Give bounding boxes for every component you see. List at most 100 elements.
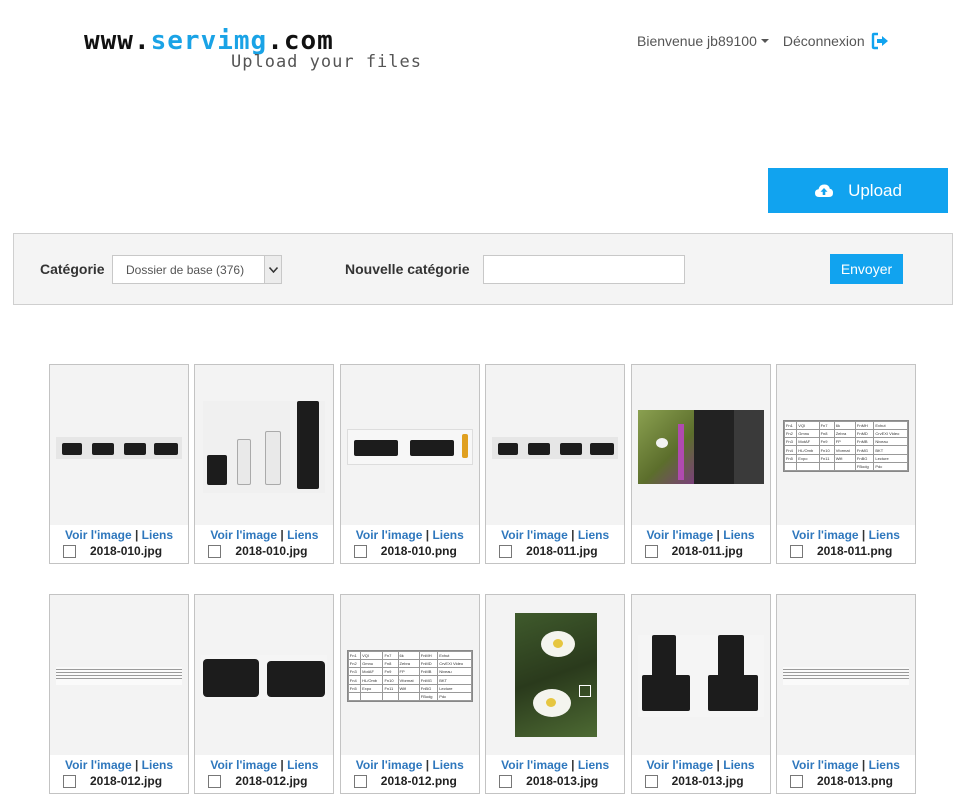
- select-checkbox[interactable]: [789, 774, 803, 788]
- links-link[interactable]: Liens: [287, 528, 318, 542]
- category-panel: Catégorie Dossier de base (376) Nouvelle…: [13, 233, 953, 305]
- thumb-table-cell: [818, 461, 835, 472]
- image-thumbnail[interactable]: [340, 365, 479, 525]
- file-row: 2018-010.png: [341, 544, 479, 558]
- thumb-table-cell: Fn10: [382, 675, 399, 685]
- view-image-link[interactable]: Voir l'image: [501, 528, 568, 542]
- file-row: 2018-011.png: [777, 544, 915, 558]
- view-image-link[interactable]: Voir l'image: [356, 758, 423, 772]
- thumb-table-cell: Fn2: [783, 429, 798, 439]
- thumb-table-cell: Fn11: [818, 453, 835, 463]
- thumb-table-cell: Fn9: [818, 437, 835, 447]
- thumb-table-cell: Wifi: [833, 453, 856, 463]
- card-links: Voir l'image | Liens: [195, 758, 333, 772]
- links-link[interactable]: Liens: [142, 758, 173, 772]
- thumb-table-cell: FnMB: [854, 437, 875, 447]
- select-checkbox[interactable]: [499, 544, 513, 558]
- cloud-upload-icon: [815, 184, 834, 197]
- view-image-link[interactable]: Voir l'image: [501, 758, 568, 772]
- select-checkbox[interactable]: [789, 544, 803, 558]
- image-thumbnail[interactable]: Fn1 VQI Fn7 6k FnMH Exhut Fn2 Gmnu Fn8 Zebra FnMD C…: [776, 365, 915, 525]
- select-checkbox[interactable]: [353, 544, 367, 558]
- links-link[interactable]: Liens: [432, 528, 463, 542]
- image-thumbnail[interactable]: Fn1 VQI Fn7 6k FnMH Exhut Fn2 Gmnu Fn8 Zebra FnMD C…: [340, 595, 479, 755]
- select-checkbox[interactable]: [644, 774, 658, 788]
- image-card: Voir l'image | Liens 2018-012.jpg: [49, 594, 189, 794]
- image-thumbnail[interactable]: [631, 365, 770, 525]
- thumb-table-cell: VQI: [796, 420, 820, 431]
- view-image-link[interactable]: Voir l'image: [210, 758, 277, 772]
- link-separator: |: [861, 758, 866, 772]
- thumb-table-cell: HL/Omb: [360, 675, 384, 685]
- new-category-label: Nouvelle catégorie: [345, 261, 470, 277]
- file-row: 2018-011.jpg: [486, 544, 624, 558]
- select-checkbox[interactable]: [63, 544, 76, 558]
- view-image-link[interactable]: Voir l'image: [792, 758, 859, 772]
- thumb-table-cell: Gmnu: [360, 659, 384, 669]
- thumb-table-cell: Lecture: [873, 453, 908, 463]
- image-thumbnail[interactable]: [631, 595, 770, 755]
- thumb-table-cell: FnBG: [854, 453, 875, 463]
- site-logo[interactable]: www.servimg.com Upload your files: [84, 28, 421, 78]
- links-link[interactable]: Liens: [869, 758, 900, 772]
- thumb-table-cell: Lecture: [437, 683, 472, 693]
- file-row: 2018-013.jpg: [632, 774, 770, 788]
- links-link[interactable]: Liens: [578, 758, 609, 772]
- file-name: 2018-010.png: [380, 544, 457, 558]
- links-link[interactable]: Liens: [287, 758, 318, 772]
- select-checkbox[interactable]: [208, 774, 222, 788]
- image-thumbnail[interactable]: [50, 365, 188, 525]
- links-link[interactable]: Liens: [432, 758, 463, 772]
- card-links: Voir l'image | Liens: [195, 528, 333, 542]
- links-link[interactable]: Liens: [723, 528, 754, 542]
- top-nav: Bienvenue jb89100 Déconnexion: [637, 32, 889, 50]
- chevron-down-icon[interactable]: [264, 256, 281, 283]
- thumb-table-cell: CrvEXI Video: [873, 429, 908, 439]
- links-link[interactable]: Liens: [869, 528, 900, 542]
- thumb-table-cell: Pdc: [437, 691, 472, 702]
- category-select[interactable]: Dossier de base (376): [112, 255, 282, 284]
- view-image-link[interactable]: Voir l'image: [65, 758, 132, 772]
- send-button[interactable]: Envoyer: [830, 254, 903, 284]
- thumb-table-cell: BKT: [873, 445, 908, 455]
- links-link[interactable]: Liens: [578, 528, 609, 542]
- links-link[interactable]: Liens: [723, 758, 754, 772]
- thumb-table-cell: FnMG: [418, 675, 439, 685]
- image-thumbnail[interactable]: [195, 365, 334, 525]
- view-image-link[interactable]: Voir l'image: [356, 528, 423, 542]
- links-link[interactable]: Liens: [142, 528, 173, 542]
- select-checkbox[interactable]: [353, 774, 367, 788]
- image-thumbnail[interactable]: [486, 595, 625, 755]
- view-image-link[interactable]: Voir l'image: [647, 528, 714, 542]
- thumb-table-cell: [360, 691, 384, 702]
- image-thumbnail[interactable]: [776, 595, 915, 755]
- select-checkbox[interactable]: [499, 774, 513, 788]
- link-separator: |: [280, 528, 284, 542]
- image-card: Voir l'image | Liens 2018-011.jpg: [630, 364, 771, 564]
- view-image-link[interactable]: Voir l'image: [210, 528, 277, 542]
- new-category-input[interactable]: [483, 255, 685, 284]
- link-separator: |: [716, 528, 720, 542]
- select-checkbox[interactable]: [208, 544, 222, 558]
- view-image-link[interactable]: Voir l'image: [647, 758, 714, 772]
- user-menu[interactable]: Bienvenue jb89100: [637, 33, 769, 49]
- thumb-table-cell: Fn2: [347, 659, 362, 669]
- thumb-table-cell: Fn5: [783, 453, 798, 463]
- image-card: Fn1 VQI Fn7 6k FnMH Exhut Fn2 Gmnu Fn8 Zebra FnMD C…: [775, 364, 916, 564]
- image-thumbnail[interactable]: [195, 595, 334, 755]
- image-card: Voir l'image | Liens 2018-013.png: [775, 594, 916, 794]
- view-image-link[interactable]: Voir l'image: [792, 528, 859, 542]
- logout-link[interactable]: Déconnexion: [783, 32, 889, 50]
- thumb-table-cell: Exhut: [873, 420, 908, 431]
- select-checkbox[interactable]: [644, 544, 658, 558]
- upload-button[interactable]: Upload: [768, 168, 948, 213]
- file-name: 2018-013.jpg: [671, 774, 744, 788]
- thumb-table-cell: Wifi: [397, 683, 420, 693]
- file-name: 2018-011.png: [816, 544, 893, 558]
- image-thumbnail[interactable]: [486, 365, 625, 525]
- link-separator: |: [716, 758, 720, 772]
- select-checkbox[interactable]: [63, 774, 76, 788]
- view-image-link[interactable]: Voir l'image: [65, 528, 132, 542]
- image-thumbnail[interactable]: [50, 595, 188, 755]
- file-name: 2018-013.jpg: [526, 774, 599, 788]
